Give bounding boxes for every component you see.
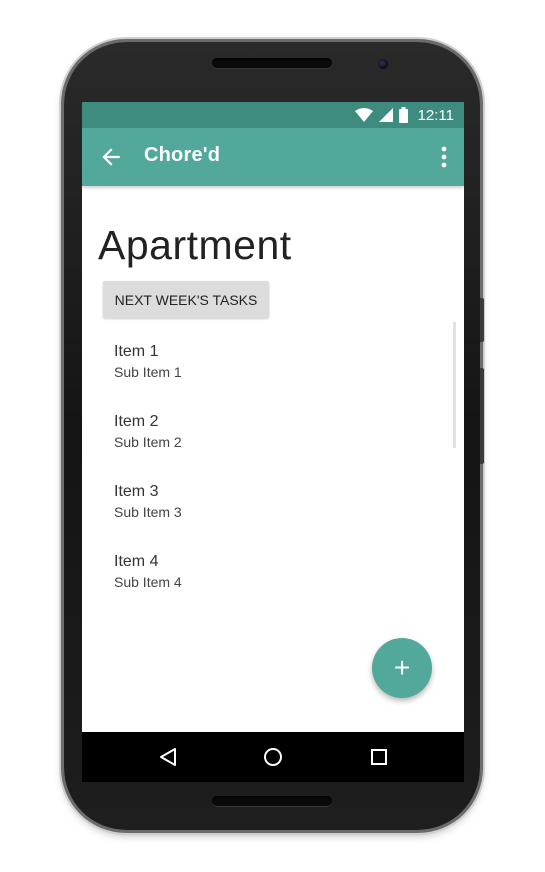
recents-square-icon[interactable]	[367, 745, 391, 769]
back-triangle-icon[interactable]	[156, 745, 180, 769]
wifi-icon	[354, 108, 373, 122]
status-bar: 12:11	[82, 102, 464, 128]
list-item-title: Item 2	[114, 413, 159, 430]
screen: 12:11 Chore'd Apartment NEXT WEEK'S TASK…	[82, 102, 464, 782]
volume-rocker	[480, 368, 484, 464]
app-title: Chore'd	[144, 144, 221, 166]
plus-icon: +	[393, 652, 411, 683]
list-item-subtitle: Sub Item 4	[114, 574, 182, 590]
list-item-subtitle: Sub Item 3	[114, 504, 182, 520]
status-time: 12:11	[417, 106, 454, 124]
earpiece-speaker	[212, 58, 332, 68]
list-item-subtitle: Sub Item 2	[114, 434, 182, 450]
list-item[interactable]: Item 4 Sub Item 4	[96, 538, 448, 602]
navigation-bar	[82, 732, 464, 782]
next-weeks-tasks-button[interactable]: NEXT WEEK'S TASKS	[103, 281, 269, 318]
home-circle-icon[interactable]	[261, 745, 285, 769]
list-item-title: Item 3	[114, 483, 159, 500]
list-item[interactable]: Item 3 Sub Item 3	[96, 468, 448, 532]
arrow-back-icon[interactable]	[98, 144, 124, 170]
list-item-title: Item 4	[114, 553, 159, 570]
list-item[interactable]: Item 1 Sub Item 1	[96, 328, 448, 392]
cell-signal-icon	[378, 108, 393, 122]
app-bar: Chore'd	[82, 128, 464, 186]
front-camera	[378, 59, 388, 69]
bottom-speaker	[212, 796, 332, 806]
list-item-subtitle: Sub Item 1	[114, 364, 182, 380]
page-title: Apartment	[98, 222, 292, 268]
power-button	[480, 298, 484, 342]
add-task-fab[interactable]: +	[372, 638, 432, 698]
more-vert-icon[interactable]	[434, 144, 454, 170]
list-scrollbar[interactable]	[453, 322, 456, 448]
phone-frame: 12:11 Chore'd Apartment NEXT WEEK'S TASK…	[64, 42, 484, 830]
task-list: Item 1 Sub Item 1 Item 2 Sub Item 2 Item…	[82, 328, 454, 628]
battery-icon	[398, 107, 408, 123]
list-item[interactable]: Item 2 Sub Item 2	[96, 398, 448, 462]
list-item-title: Item 1	[114, 343, 159, 360]
